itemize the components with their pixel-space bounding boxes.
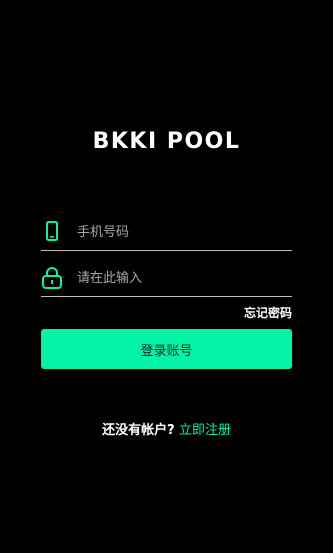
- password-input[interactable]: [77, 266, 287, 290]
- brand-logo: BKKI POOL: [92, 129, 241, 154]
- register-link[interactable]: 立即注册: [179, 423, 231, 438]
- phone-field: [41, 214, 292, 251]
- login-button[interactable]: 登录账号: [41, 329, 292, 369]
- lock-icon: [41, 266, 63, 290]
- phone-input[interactable]: [77, 220, 287, 244]
- forgot-password-link[interactable]: 忘记密码: [244, 305, 292, 321]
- phone-icon: [41, 220, 63, 244]
- register-prompt: 还没有帐户?: [102, 423, 175, 438]
- password-field: [41, 260, 292, 297]
- register-row: 还没有帐户? 立即注册: [0, 422, 333, 440]
